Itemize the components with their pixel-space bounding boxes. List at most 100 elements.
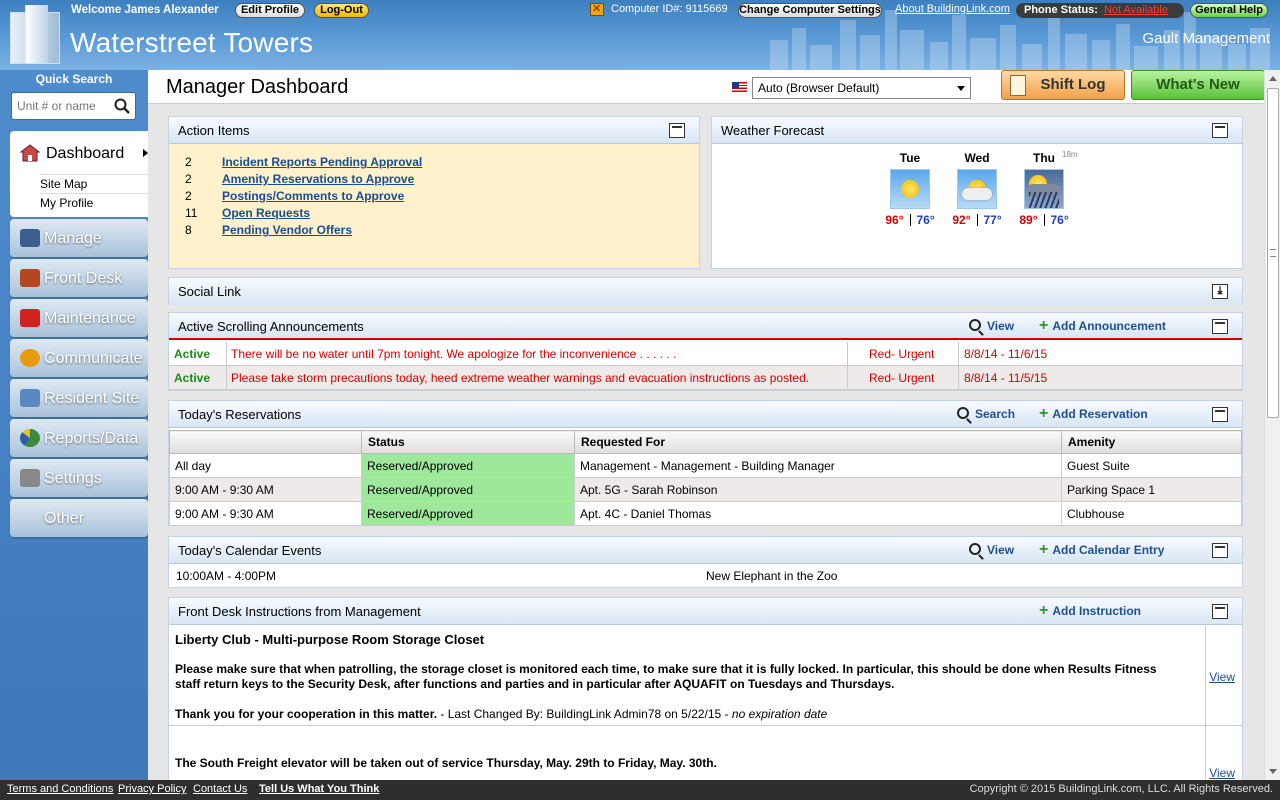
logo-icon (10, 5, 60, 64)
privacy-link[interactable]: Privacy Policy (118, 783, 186, 795)
about-link[interactable]: About BuildingLink.com (895, 3, 1010, 15)
scroll-down-icon[interactable] (1269, 769, 1277, 774)
page-title: Manager Dashboard (166, 76, 349, 98)
scroll-up-icon[interactable] (1269, 76, 1277, 81)
action-item-count: 11 (185, 206, 198, 220)
logout-button[interactable]: Log-Out (314, 3, 369, 18)
plus-icon: + (1039, 541, 1049, 558)
reservation-requested-for: Apt. 4C - Daniel Thomas (574, 501, 1062, 526)
quick-search-input[interactable] (17, 99, 112, 113)
nav-communicate[interactable]: Communicate (10, 339, 148, 377)
view-announcements-button[interactable]: View (969, 319, 1014, 333)
edit-profile-button[interactable]: Edit Profile (235, 3, 305, 18)
weather-footnote: 18m (1062, 150, 1078, 159)
nav-reports-data[interactable]: Reports/Data (10, 419, 148, 457)
footer: Terms and Conditions Privacy Policy Cont… (0, 780, 1280, 800)
feedback-link[interactable]: Tell Us What You Think (259, 783, 379, 795)
action-items-title: Action Items (178, 123, 250, 138)
view-instruction-link[interactable]: View (1209, 670, 1235, 684)
add-announcement-button[interactable]: + Add Announcement (1039, 318, 1166, 334)
welcome-text: Welcome James Alexander (71, 4, 219, 16)
front-desk-title: Front Desk Instructions from Management (178, 604, 421, 619)
terms-link[interactable]: Terms and Conditions (7, 783, 113, 795)
action-item-link[interactable]: Pending Vendor Offers (222, 223, 352, 237)
notepad-icon (1010, 75, 1026, 96)
reservation-amenity: Guest Suite (1061, 453, 1242, 478)
action-items-body: 2 Incident Reports Pending Approval 2 Amen… (169, 144, 699, 268)
announcement-row[interactable]: Active Please take storm precautions tod… (169, 366, 1242, 390)
expand-icon[interactable]: ⤓ (1212, 284, 1228, 299)
column-header (169, 430, 362, 454)
instructions-list: Liberty Club - Multi-purpose Room Storag… (169, 626, 1242, 780)
whats-new-button[interactable]: What's New (1131, 70, 1264, 100)
action-item-link[interactable]: Open Requests (222, 206, 310, 220)
add-calendar-entry-button[interactable]: + Add Calendar Entry (1039, 541, 1164, 558)
minimize-icon[interactable] (1212, 319, 1228, 334)
weather-temps: 92° 77° (947, 213, 1007, 227)
contact-link[interactable]: Contact Us (193, 783, 247, 795)
weather-day: Wed (964, 151, 990, 165)
language-select[interactable]: Auto (Browser Default) (752, 77, 971, 99)
nav-site-map[interactable]: Site Map (40, 174, 148, 191)
minimize-icon[interactable] (669, 123, 685, 138)
reservations-header: Today's Reservations Search + Add Reserva… (169, 401, 1242, 428)
sidebar: Quick Search Dashboard Site Map My Profi… (0, 70, 148, 780)
temp-low: 77° (983, 213, 1002, 227)
nav-front-desk[interactable]: Front Desk (10, 259, 148, 297)
announcements-header: Active Scrolling Announcements View + Add… (169, 313, 1242, 340)
nav-settings[interactable]: Settings (10, 459, 148, 497)
add-instruction-button[interactable]: + Add Instruction (1039, 603, 1142, 619)
announcement-message: There will be no water until 7pm tonight… (231, 347, 677, 361)
announcement-dates: 8/8/14 - 11/6/15 (964, 347, 1048, 361)
table-row[interactable]: All day Reserved/Approved Management - M… (169, 453, 1242, 478)
magnifier-icon (969, 543, 981, 555)
minimize-icon[interactable] (1212, 407, 1228, 422)
announcements-title: Active Scrolling Announcements (178, 319, 364, 334)
change-computer-settings-button[interactable]: Change Computer Settings (738, 3, 882, 18)
announcement-row[interactable]: Active There will be no water until 7pm … (169, 342, 1242, 366)
minimize-icon[interactable] (1212, 123, 1228, 138)
calendar-event-row[interactable]: 10:00AM - 4:00PM New Elephant in the Zoo (169, 565, 1242, 587)
general-help-button[interactable]: General Help (1190, 3, 1268, 18)
minimize-icon[interactable] (1212, 604, 1228, 619)
action-item-count: 2 (185, 189, 192, 203)
nav-resident-site[interactable]: Resident Site (10, 379, 148, 417)
view-label: View (987, 543, 1015, 557)
reservation-time: All day (169, 453, 362, 478)
nav-my-profile[interactable]: My Profile (40, 193, 148, 210)
page-scrollbar[interactable] (1264, 70, 1280, 780)
instruction-item: Liberty Club - Multi-purpose Room Storag… (169, 626, 1242, 726)
add-instruction-label: Add Instruction (1052, 604, 1142, 618)
nav-maintenance-label: Maintenance (44, 310, 136, 327)
table-row[interactable]: 9:00 AM - 9:30 AM Reserved/Approved Apt.… (169, 501, 1242, 526)
add-reservation-button[interactable]: + Add Reservation (1039, 406, 1148, 422)
broadcast-icon (20, 349, 40, 367)
shift-log-button[interactable]: Shift Log (1001, 70, 1125, 100)
reservation-requested-for: Management - Management - Building Manag… (574, 453, 1062, 478)
view-calendar-button[interactable]: View (969, 543, 1014, 557)
search-reservations-button[interactable]: Search (957, 407, 1015, 421)
action-item-link[interactable]: Incident Reports Pending Approval (222, 155, 422, 169)
pie-chart-icon (20, 429, 40, 447)
scroll-thumb[interactable] (1267, 88, 1279, 418)
action-item-link[interactable]: Postings/Comments to Approve (222, 189, 404, 203)
instruction-footer: Thank you for your cooperation in this m… (175, 707, 1165, 722)
reservation-amenity: Parking Space 1 (1061, 477, 1242, 502)
instruction-body: The South Freight elevator will be taken… (175, 756, 717, 770)
table-row[interactable]: 9:00 AM - 9:30 AM Reserved/Approved Apt.… (169, 477, 1242, 502)
nav-communicate-label: Communicate (44, 350, 143, 367)
nav-maintenance[interactable]: Maintenance (10, 299, 148, 337)
phone-status-value[interactable]: Not Available (1104, 4, 1168, 16)
nav-other[interactable]: Other (10, 499, 148, 537)
main-content: Manager Dashboard Auto (Browser Default)… (148, 70, 1264, 780)
top-bar: Manager Dashboard Auto (Browser Default)… (148, 70, 1264, 104)
quick-search-title: Quick Search (35, 72, 113, 86)
instruction-item: The South Freight elevator will be taken… (169, 726, 1242, 780)
view-instruction-link[interactable]: View (1209, 766, 1235, 780)
search-icon[interactable] (114, 98, 130, 114)
nav-dashboard[interactable]: Dashboard (10, 131, 148, 173)
nav-manage[interactable]: Manage (10, 219, 148, 257)
minimize-icon[interactable] (1212, 543, 1228, 558)
action-item-link[interactable]: Amenity Reservations to Approve (222, 172, 414, 186)
calendar-title: Today's Calendar Events (178, 543, 322, 558)
